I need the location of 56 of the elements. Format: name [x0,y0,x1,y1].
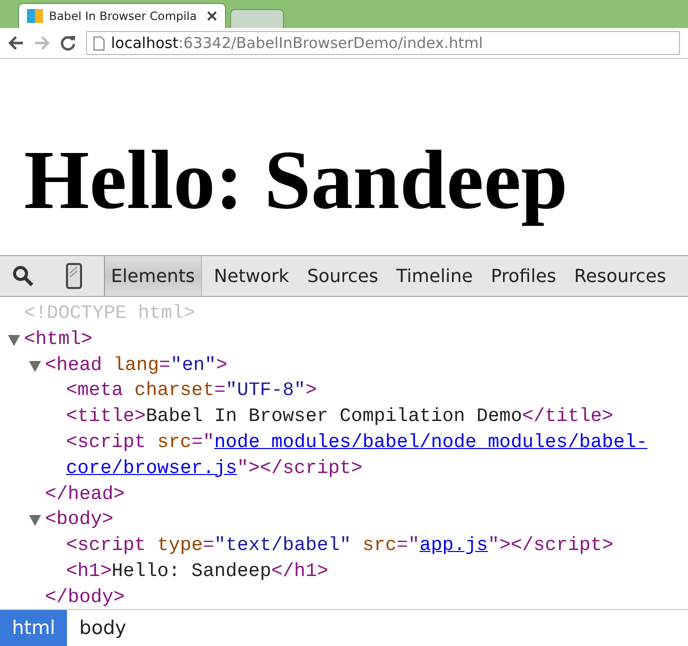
html-tag: =" [396,534,420,556]
attribute-value: "en" [170,354,216,376]
close-icon[interactable] [207,11,217,21]
panel-tab[interactable]: Timeline [390,256,479,296]
html-tag: </body> [45,586,125,608]
address-bar[interactable]: localhost:63342/BabelInBrowserDemo/index.html [86,31,680,55]
html-tag: </title> [522,405,614,428]
browser-tab[interactable]: Babel In Browser Compila [18,3,226,28]
expanded-triangle-icon[interactable] [8,334,20,346]
html-tag: <meta [66,379,124,402]
doctype: <!DOCTYPE html> [24,302,196,324]
html-tag: > [305,379,317,402]
panel-tab[interactable]: Sources [301,256,384,296]
html-tag: "></script> [237,456,362,479]
html-tag: <h1> [66,560,112,582]
attribute-name: lang [112,354,160,376]
page-icon [93,36,105,50]
expanded-triangle-icon[interactable] [29,360,41,372]
link[interactable]: core/browser.js [66,456,238,479]
link[interactable]: app.js [420,534,488,556]
breadcrumb[interactable]: html [0,610,68,646]
breadcrumb[interactable]: body [67,610,138,646]
html-tag: <title> [66,405,146,428]
html-tag: "></script> [488,534,614,556]
html-tag: </h1> [271,560,328,582]
panel-tab[interactable]: Profiles [484,256,562,296]
attribute-value: "UTF-8" [226,379,306,402]
attribute-value: "text/babel" [214,534,352,556]
search-icon[interactable] [12,265,34,287]
app-logo-icon [27,9,43,23]
attribute-name: type [156,534,203,556]
html-tag: <script [66,430,146,453]
expanded-triangle-icon[interactable] [29,515,41,526]
panel-tab[interactable]: Elements [104,256,202,296]
html-tag: = [214,379,226,402]
html-tag: =" [191,430,214,453]
link[interactable]: node_modules/babel/node_modules/babel- [214,430,648,453]
reload-icon[interactable] [60,35,76,51]
html-tag: <html> [24,328,92,350]
html-tag: <script [66,534,146,556]
panel-tab[interactable]: Resources [568,256,672,296]
html-tag: > [216,354,228,376]
panel-tab[interactable]: Network [208,256,296,296]
html-tag: = [159,354,170,376]
html-tag: = [202,534,214,556]
text-content: Babel In Browser Compilation Demo [146,405,522,428]
html-tag: <head [45,354,102,376]
url-text: localhost:63342/BabelInBrowserDemo/index.html [111,34,483,52]
mobile-device-icon[interactable] [66,263,82,289]
back-arrow-icon[interactable] [8,36,24,50]
text-content: Hello: Sandeep [112,560,272,582]
html-tag: <body> [45,508,114,530]
attribute-name: src [361,534,397,556]
attribute-name: charset [133,379,214,402]
html-tag: </head> [45,482,125,505]
attribute-name: src [156,430,192,453]
